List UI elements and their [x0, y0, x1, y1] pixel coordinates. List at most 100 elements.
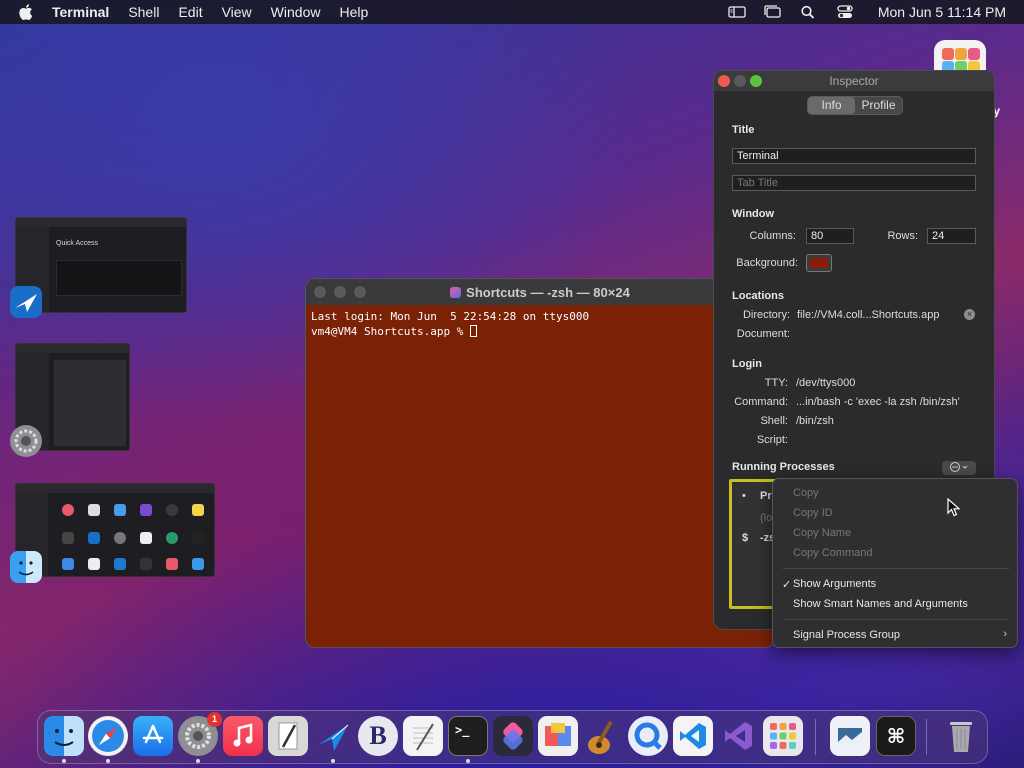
checkmark-icon: ✓: [782, 579, 792, 591]
menu-separator: [783, 619, 1009, 620]
shortcuts-icon[interactable]: [493, 716, 533, 756]
process-context-menu: Copy Copy ID Copy Name Copy Command ✓ Sh…: [772, 478, 1018, 648]
terminal-cursor: [469, 325, 477, 337]
tab-profile[interactable]: Profile: [855, 97, 902, 114]
inspector-title: Inspector: [829, 74, 879, 88]
terminal-titlebar[interactable]: Shortcuts — -zsh — 80×24: [306, 279, 774, 305]
tab-title-field[interactable]: [732, 175, 976, 191]
mouse-pointer-icon: [947, 498, 961, 517]
terminal-window[interactable]: Shortcuts — -zsh — 80×24 Last login: Mon…: [305, 278, 775, 648]
menu-copy-command[interactable]: Copy Command: [793, 547, 872, 559]
background-color-swatch: [810, 258, 828, 268]
menu-copy-name[interactable]: Copy Name: [793, 527, 851, 539]
rows-label: Rows:: [887, 230, 918, 242]
shortcuts-icon: [450, 287, 462, 298]
terminal-output[interactable]: Last login: Mon Jun 5 22:54:28 on ttys00…: [306, 305, 774, 343]
thumbnail-titlebar: [16, 484, 214, 493]
shell-value: /bin/zsh: [796, 415, 834, 427]
menu-view[interactable]: View: [222, 4, 252, 20]
textedit-icon[interactable]: [403, 716, 443, 756]
terminal-prompt: vm4@VM4 Shortcuts.app %: [311, 325, 470, 338]
garageband-icon[interactable]: [583, 716, 623, 756]
trash-icon[interactable]: [941, 716, 981, 756]
menu-edit[interactable]: Edit: [178, 4, 202, 20]
finder-app-icon[interactable]: [10, 551, 42, 583]
ellipsis-circle-icon: [950, 462, 968, 472]
submenu-arrow-icon: ›: [1003, 628, 1007, 640]
xcode-cloud-app-icon[interactable]: [10, 286, 42, 318]
thumbnail-titlebar: [16, 344, 129, 353]
menu-show-arguments[interactable]: Show Arguments: [793, 578, 876, 590]
menu-show-smart-names[interactable]: Show Smart Names and Arguments: [793, 598, 968, 610]
font-book-icon[interactable]: [538, 716, 578, 756]
shell-label: Shell:: [760, 415, 788, 427]
dock-separator: [926, 719, 927, 755]
thumbnail-title: Quick Access: [56, 240, 99, 247]
window-icon[interactable]: [764, 5, 782, 19]
sidebar-icon[interactable]: [728, 5, 746, 19]
process-action-button[interactable]: [942, 461, 976, 475]
apple-icon[interactable]: [18, 4, 34, 20]
directory-value: file://VM4.coll...Shortcuts.app: [797, 309, 940, 321]
stage-thumbnail-3[interactable]: [15, 483, 215, 577]
menu-bar: Terminal Shell Edit View Window Help Mon…: [0, 0, 1024, 24]
background-label: Background:: [736, 257, 798, 269]
safari-icon[interactable]: [88, 716, 128, 756]
tty-label: TTY:: [764, 377, 788, 389]
script-editor-icon[interactable]: [268, 716, 308, 756]
visual-studio-icon[interactable]: [718, 716, 758, 756]
menu-window[interactable]: Window: [271, 4, 321, 20]
running-indicator: [196, 759, 200, 763]
menu-terminal[interactable]: Terminal: [52, 4, 109, 20]
rows-field[interactable]: [927, 228, 976, 244]
menu-help[interactable]: Help: [339, 4, 368, 20]
system-settings-icon[interactable]: 1: [178, 712, 222, 756]
quicktime-icon[interactable]: [628, 716, 668, 756]
process-row-icon: $: [742, 532, 749, 544]
vscode-icon[interactable]: [673, 716, 713, 756]
music-icon[interactable]: [223, 716, 263, 756]
launchpad-icon[interactable]: [763, 716, 803, 756]
locations-section-heading: Locations: [732, 290, 784, 302]
xcode-cloud-icon[interactable]: [313, 716, 353, 756]
finder-icon[interactable]: [44, 716, 84, 756]
menu-signal-process-group[interactable]: Signal Process Group: [793, 629, 900, 641]
process-row-1[interactable]: (lo: [760, 512, 772, 524]
control-center-icon[interactable]: [836, 5, 854, 19]
command-value: ...in/bash -c 'exec -la zsh /bin/zsh': [796, 396, 960, 408]
menu-copy[interactable]: Copy: [793, 487, 819, 499]
keyboard-icon[interactable]: ⌘: [876, 716, 916, 756]
menu-shell[interactable]: Shell: [128, 4, 159, 20]
app-store-icon[interactable]: [133, 716, 173, 756]
script-label: Script:: [756, 434, 788, 446]
columns-field[interactable]: [806, 228, 854, 244]
terminal-line-1: Last login: Mon Jun 5 22:54:28 on ttys00…: [311, 310, 590, 323]
login-section-heading: Login: [732, 358, 762, 370]
preview-icon[interactable]: [830, 716, 870, 756]
clear-directory-icon[interactable]: ×: [964, 309, 975, 320]
tab-info[interactable]: Info: [808, 97, 855, 114]
title-section-heading: Title: [732, 124, 755, 136]
menu-copy-id[interactable]: Copy ID: [793, 507, 833, 519]
columns-label: Columns:: [749, 230, 796, 242]
menubar-clock[interactable]: Mon Jun 5 11:14 PM: [878, 4, 1006, 20]
running-indicator: [62, 759, 66, 763]
terminal-icon[interactable]: >_: [448, 716, 488, 756]
directory-label: Directory:: [742, 309, 790, 321]
inspector-tabs: Info Profile: [807, 96, 903, 115]
menu-separator: [783, 568, 1009, 569]
window-section-heading: Window: [732, 208, 775, 220]
inspector-titlebar[interactable]: Inspector: [714, 71, 994, 91]
running-indicator: [106, 759, 110, 763]
dock-separator: [815, 719, 816, 755]
process-column-header[interactable]: Pr: [760, 490, 772, 502]
terminal-title: Shortcuts — -zsh — 80×24: [306, 285, 774, 300]
title-field[interactable]: [732, 148, 976, 164]
bbedit-icon[interactable]: B: [358, 716, 398, 756]
search-icon[interactable]: [800, 5, 818, 19]
process-row-dot: •: [742, 490, 746, 502]
system-settings-app-icon[interactable]: [10, 425, 42, 457]
tty-value: /dev/ttys000: [796, 377, 856, 389]
background-color-well[interactable]: [806, 254, 832, 272]
running-indicator: [331, 759, 335, 763]
